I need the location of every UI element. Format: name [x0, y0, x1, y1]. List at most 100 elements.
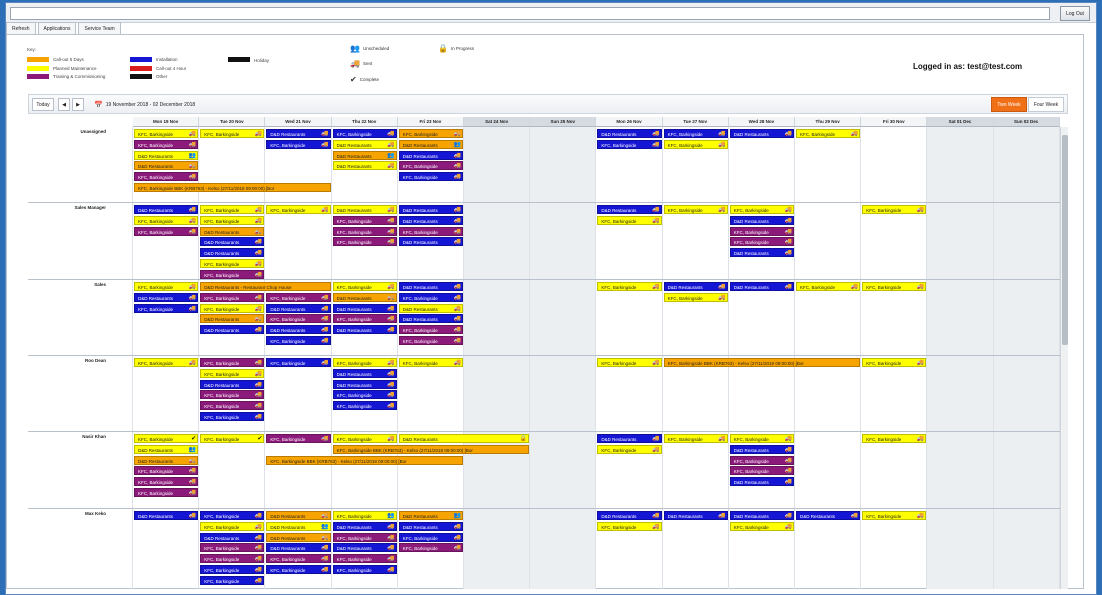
job-event[interactable]: KFC, Barkingside 🚚 — [729, 205, 794, 214]
job-event[interactable]: D&D Restaurants 🚚 — [398, 215, 463, 225]
day-column[interactable] — [464, 127, 531, 589]
job-event[interactable]: KFC, Barkingside BBK (KRB763) - Kelso (2… — [663, 358, 861, 367]
job-event[interactable]: KFC, Barkingside 🚚 — [134, 303, 199, 313]
job-event[interactable]: D&D Restaurants 🚚 — [332, 521, 397, 531]
job-event[interactable]: D&D Restaurants 🚚 — [332, 543, 397, 553]
job-event[interactable]: KFC, Barkingside 🚚 — [663, 129, 728, 138]
job-event[interactable]: KFC, Barkingside 🚚 — [332, 358, 397, 367]
job-event[interactable]: KFC, Barkingside 🚚 — [200, 129, 265, 138]
job-event[interactable]: D&D Restaurants 👥 — [134, 444, 199, 454]
job-event[interactable]: KFC, Barkingside 🚚 — [398, 161, 463, 171]
job-event[interactable]: KFC, Barkingside 🚚 — [134, 477, 199, 487]
job-event[interactable]: KFC, Barkingside 🚚 — [398, 292, 463, 302]
job-event[interactable]: KFC, Barkingside 🚚 — [332, 390, 397, 400]
job-event[interactable]: D&D Restaurants 🚚 — [398, 150, 463, 160]
job-event[interactable]: KFC, Barkingside 🚚 — [398, 325, 463, 335]
job-event[interactable]: KFC, Barkingside 🚚 — [663, 139, 728, 149]
job-event[interactable]: KFC, Barkingside 🚚 — [200, 215, 265, 225]
job-event[interactable]: D&D Restaurants 🚚 — [597, 205, 662, 214]
job-event[interactable]: D&D Restaurants 🚚 — [200, 226, 265, 236]
job-event[interactable]: D&D Restaurants 🚚 — [729, 477, 794, 487]
job-event[interactable]: KFC, Barkingside 🚚 — [597, 282, 662, 291]
job-event[interactable]: KFC, Barkingside 🚚 — [266, 314, 331, 324]
logout-button[interactable]: Log Out — [1060, 6, 1090, 21]
job-event[interactable]: KFC, Barkingside 🚚 — [597, 139, 662, 149]
job-event[interactable]: D&D Restaurants 🚚 — [597, 129, 662, 138]
job-event[interactable]: D&D Restaurants 🚚 — [200, 314, 265, 324]
job-event[interactable]: KFC, Barkingside 🚚 — [266, 139, 331, 149]
job-event[interactable]: KFC, Barkingside 🚚 — [200, 511, 265, 520]
job-event[interactable]: KFC, Barkingside 🚚 — [200, 521, 265, 531]
job-event[interactable]: KFC, Barkingside 🚚 — [398, 336, 463, 345]
job-event[interactable]: KFC, Barkingside 🚚 — [729, 434, 794, 443]
tab-service-team[interactable]: Service Team — [78, 22, 121, 34]
job-event[interactable]: KFC, Barkingside 🚚 — [729, 466, 794, 476]
job-event[interactable]: D&D Restaurants 🚚 — [597, 511, 662, 520]
job-event[interactable]: KFC, Barkingside 🚚 — [200, 401, 265, 411]
job-event[interactable]: KFC, Barkingside 🚚 — [597, 444, 662, 454]
job-event[interactable]: KFC, Barkingside BBK (KRB763) - Kelso (2… — [332, 444, 530, 454]
job-event[interactable]: D&D Restaurants 🚚 — [332, 161, 397, 171]
vertical-scrollbar[interactable] — [1060, 127, 1068, 589]
today-button[interactable]: Today — [32, 98, 54, 111]
job-event[interactable]: D&D Restaurants 🚚 — [729, 215, 794, 225]
job-event[interactable]: D&D Restaurants 🚚 — [266, 511, 331, 520]
job-event[interactable]: D&D Restaurants 🚚 — [398, 282, 463, 291]
address-input[interactable] — [10, 7, 1050, 20]
job-event[interactable]: KFC, Barkingside 🚚 — [332, 237, 397, 247]
job-event[interactable]: D&D Restaurants 🚚 — [134, 205, 199, 214]
job-event[interactable]: KFC, Barkingside 🚚 — [200, 543, 265, 553]
job-event[interactable]: KFC, Barkingside 🚚 — [796, 129, 861, 138]
job-event[interactable]: D&D Restaurants 🚚 — [796, 511, 861, 520]
job-event[interactable]: D&D Restaurants 👥 — [398, 511, 463, 520]
job-event[interactable]: KFC, Barkingside 🚚 — [663, 434, 728, 443]
job-event[interactable]: KFC, Barkingside 🚚 — [398, 129, 463, 138]
job-event[interactable]: KFC, Barkingside 🚚 — [134, 466, 199, 476]
job-event[interactable]: KFC, Barkingside 🚚 — [729, 237, 794, 247]
job-event[interactable]: KFC, Barkingside 🚚 — [200, 303, 265, 313]
job-event[interactable]: KFC, Barkingside 🚚 — [134, 172, 199, 182]
job-event[interactable]: D&D Restaurants 🚚 — [134, 292, 199, 302]
job-event[interactable]: D&D Restaurants 🚚 — [398, 237, 463, 247]
job-event[interactable]: D&D Restaurants 🚚 — [332, 205, 397, 214]
job-event[interactable]: KFC, Barkingside 👥 — [332, 511, 397, 520]
next-button[interactable]: ▶ — [72, 98, 84, 111]
scrollbar-thumb[interactable] — [1062, 135, 1068, 345]
job-event[interactable]: KFC, Barkingside 🚚 — [200, 269, 265, 279]
day-column[interactable] — [927, 127, 994, 589]
job-event[interactable]: KFC, Barkingside 🚚 — [398, 172, 463, 182]
job-event[interactable]: KFC, Barkingside 🚚 — [134, 215, 199, 225]
job-event[interactable]: KFC, Barkingside 🚚 — [862, 434, 927, 443]
date-range[interactable]: 📅 19 November 2018 - 02 December 2018 — [94, 101, 195, 109]
job-event[interactable]: KFC, Barkingside 🚚 — [398, 532, 463, 542]
job-event[interactable]: D&D Restaurants 🚚 — [134, 161, 199, 171]
job-event[interactable]: KFC, Barkingside 🚚 — [663, 292, 728, 302]
job-event[interactable]: D&D Restaurants 🚚 — [266, 532, 331, 542]
job-event[interactable]: D&D Restaurants 🚚 — [266, 325, 331, 335]
job-event[interactable]: D&D Restaurants 🚚 — [200, 248, 265, 258]
job-event[interactable]: KFC, Barkingside 🚚 — [597, 521, 662, 531]
job-event[interactable]: KFC, Barkingside BBK (KRB763) - Kelso (2… — [134, 183, 331, 192]
job-event[interactable]: KFC, Barkingside 🚚 — [332, 314, 397, 324]
job-event[interactable]: D&D Restaurants 🔒 — [398, 434, 530, 443]
job-event[interactable]: D&D Restaurants 🚚 — [266, 303, 331, 313]
job-event[interactable]: KFC, Barkingside 🚚 — [134, 139, 199, 149]
job-event[interactable]: KFC, Barkingside 🚚 — [200, 575, 265, 585]
job-event[interactable]: D&D Restaurants 👥 — [134, 150, 199, 160]
job-event[interactable]: D&D Restaurants 🚚 — [398, 314, 463, 324]
job-event[interactable]: KFC, Barkingside 🚚 — [134, 226, 199, 236]
job-event[interactable]: D&D Restaurants 🚚 — [729, 444, 794, 454]
job-event[interactable]: D&D Restaurants 🚚 — [729, 282, 794, 291]
job-event[interactable]: KFC, Barkingside 🚚 — [332, 226, 397, 236]
job-event[interactable]: KFC, Barkingside 🚚 — [200, 390, 265, 400]
job-event[interactable]: D&D Restaurants 🚚 — [200, 325, 265, 335]
four-week-button[interactable]: Four Week — [1028, 97, 1064, 112]
job-event[interactable]: KFC, Barkingside ✔ — [134, 434, 199, 443]
job-event[interactable]: KFC, Barkingside 🚚 — [134, 488, 199, 497]
job-event[interactable]: KFC, Barkingside BBK (KRB763) - Kelso (2… — [266, 455, 463, 465]
job-event[interactable]: KFC, Barkingside 🚚 — [862, 511, 927, 520]
job-event[interactable]: D&D Restaurants 🚚 — [729, 511, 794, 520]
job-event[interactable]: KFC, Barkingside 🚚 — [134, 358, 199, 367]
job-event[interactable]: KFC, Barkingside 🚚 — [729, 455, 794, 465]
job-event[interactable]: D&D Restaurants - Restaurant Chop House — [200, 282, 331, 291]
